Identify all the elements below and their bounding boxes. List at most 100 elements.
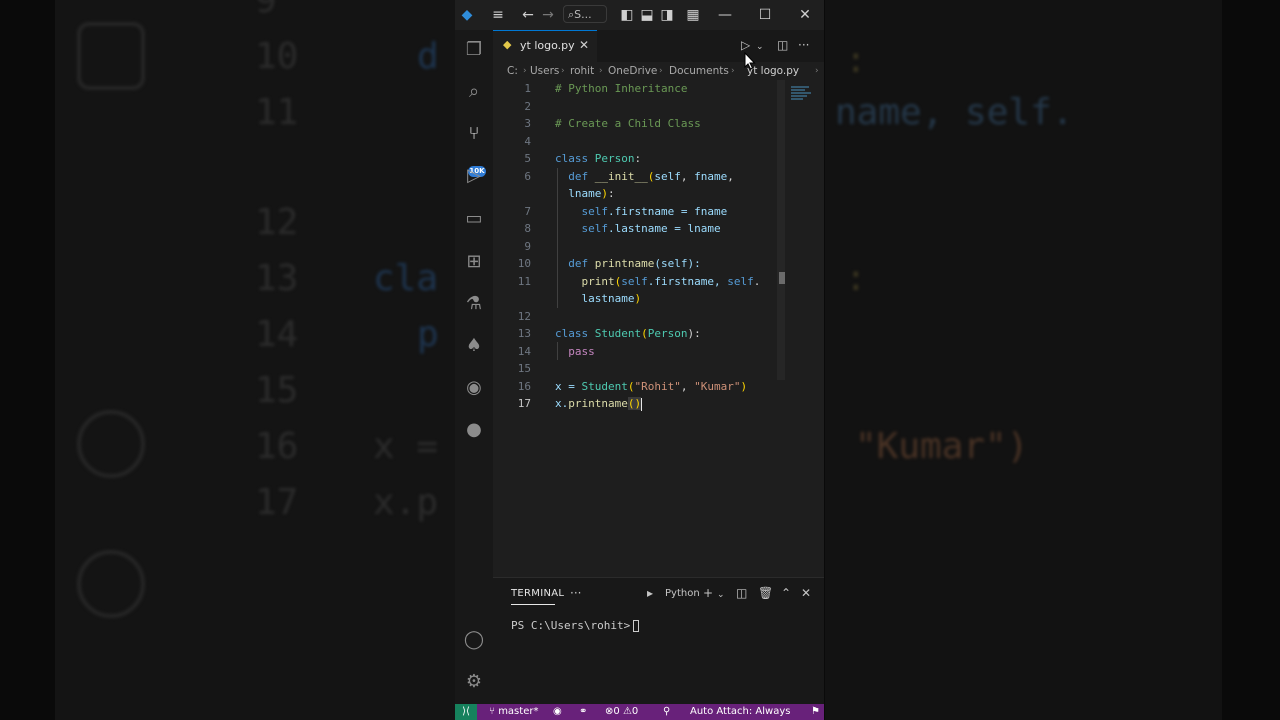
line-number: 12 xyxy=(517,309,531,323)
panel-more-icon[interactable]: ··· xyxy=(570,586,581,600)
code-punct: ): xyxy=(687,327,701,340)
run-dropdown-chevron-icon[interactable]: ⌄ xyxy=(756,40,764,54)
code-punct: , xyxy=(680,379,695,393)
search-label: S... xyxy=(574,8,592,21)
backdrop-line-number: 15 xyxy=(255,370,299,411)
warning-count: 0 xyxy=(631,706,639,717)
run-python-file-icon[interactable]: ▷ xyxy=(741,38,750,52)
run-debug-icon[interactable]: ▷ xyxy=(462,164,486,188)
minimap[interactable] xyxy=(791,86,813,110)
github-icon[interactable]: ● xyxy=(462,418,486,442)
maximize-panel-icon[interactable]: ⌃ xyxy=(781,586,791,600)
extensions-icon[interactable]: ⊞ xyxy=(462,250,486,274)
backdrop-code: cla xyxy=(373,258,439,299)
vscode-logo-icon: ◆ xyxy=(461,7,473,23)
tab-terminal[interactable]: TERMINAL xyxy=(511,587,564,601)
code-variable: x. xyxy=(555,397,569,410)
split-terminal-icon[interactable]: ◫ xyxy=(736,586,747,600)
code-line-8: self.lastname = lname xyxy=(555,220,721,238)
code-class-name: Student xyxy=(594,327,642,340)
toggle-panel-icon[interactable]: ⬓ xyxy=(639,5,655,25)
terminal-profile-label[interactable]: Python xyxy=(665,587,700,601)
tab-yt-logo-py[interactable]: ◆ yt logo.py ✕ xyxy=(493,30,597,62)
line-number: 8 xyxy=(524,222,531,235)
code-param: self xyxy=(654,169,681,183)
debug-icon[interactable]: ⚲ xyxy=(663,704,670,720)
terminal-prompt: PS C:\Users\rohit> xyxy=(511,619,631,632)
backdrop-code: name, self. xyxy=(835,92,1074,133)
more-actions-icon[interactable]: ··· xyxy=(798,38,809,52)
trash-icon[interactable]: 🗑 xyxy=(758,586,773,600)
breadcrumb-item[interactable]: OneDrive xyxy=(608,62,657,80)
forward-arrow-icon[interactable]: → xyxy=(541,5,555,25)
code-keyword: class xyxy=(555,327,589,340)
breadcrumb-item[interactable]: Users xyxy=(530,62,559,80)
split-editor-icon[interactable]: ◫ xyxy=(777,38,788,52)
maximize-icon[interactable]: ☐ xyxy=(757,5,773,25)
breadcrumb-item[interactable]: C: xyxy=(507,62,518,80)
code-class-name: Student xyxy=(581,379,628,393)
tab-close-icon[interactable]: ✕ xyxy=(579,38,589,52)
line-number: 16 xyxy=(517,379,531,393)
minimize-icon[interactable]: — xyxy=(717,5,733,25)
code-editor[interactable]: 1 2 3 4 5 6 7 8 9 10 11 12 13 14 15 16 1… xyxy=(493,80,815,577)
new-terminal-plus-icon[interactable]: + xyxy=(703,586,713,600)
code-keyword: class xyxy=(555,152,589,165)
remote-indicator-icon[interactable]: ⟩⟨ xyxy=(455,704,477,720)
line-number: 14 xyxy=(517,344,531,358)
accounts-icon[interactable]: ◯ xyxy=(462,628,486,652)
code-function: print xyxy=(581,274,615,288)
feedback-icon[interactable]: ⚑ xyxy=(811,704,820,720)
breadcrumb-item[interactable]: rohit xyxy=(570,62,594,80)
line-number: 1 xyxy=(524,82,531,95)
backdrop-line-number: 9 xyxy=(255,0,277,21)
close-panel-icon[interactable]: ✕ xyxy=(801,586,811,600)
source-control-icon[interactable]: ⑂ xyxy=(462,122,486,146)
chevron-right-icon: › xyxy=(731,66,735,76)
line-number: 7 xyxy=(524,204,531,218)
backdrop-code: x = xyxy=(373,426,439,467)
terminal-prompt-line[interactable]: PS C:\Users\rohit> xyxy=(511,618,640,633)
line-number: 2 xyxy=(524,99,531,113)
testing-icon[interactable]: ⚗ xyxy=(462,292,486,316)
backdrop-line-number: 14 xyxy=(255,314,299,355)
editor-scrollbar-thumb[interactable] xyxy=(779,272,785,284)
breadcrumb-item[interactable]: Documents xyxy=(669,62,729,80)
remote-explorer-icon[interactable]: ▭ xyxy=(462,207,486,231)
settings-gear-icon[interactable]: ⚙ xyxy=(462,670,486,694)
editor-scrollbar[interactable] xyxy=(777,80,785,380)
explorer-icon[interactable]: ❐ xyxy=(462,38,486,62)
command-center-search[interactable]: ⌕S... xyxy=(563,5,607,23)
chevron-right-icon: › xyxy=(523,66,527,76)
auto-attach-status[interactable]: Auto Attach: Always xyxy=(690,704,790,720)
mouse-pointer-icon xyxy=(744,52,756,70)
code-line-3: # Create a Child Class xyxy=(555,115,701,133)
git-graph-status-icon[interactable]: ⚭ xyxy=(579,704,587,720)
code-line-13: class Student(Person): xyxy=(555,325,701,343)
terminal-icon[interactable]: ▸ xyxy=(647,586,653,600)
live-share-icon[interactable]: ◉ xyxy=(553,704,562,720)
code-punct: : xyxy=(608,187,615,200)
branch-status[interactable]: ⑂ master* xyxy=(489,704,538,720)
line-number: 3 xyxy=(524,117,531,130)
error-count: 0 xyxy=(613,706,620,717)
code-punct: , xyxy=(727,169,734,183)
git-graph-icon[interactable]: ◉ xyxy=(462,376,486,400)
backdrop-github-icon xyxy=(77,550,145,618)
code-attr: .firstname = fname xyxy=(608,204,728,218)
terminal-dropdown-chevron-icon[interactable]: ⌄ xyxy=(717,588,725,602)
toggle-secondary-sidebar-icon[interactable]: ◨ xyxy=(659,5,675,25)
menu-icon[interactable]: ≡ xyxy=(489,5,507,25)
problems-status[interactable]: ⊗0 ⚠0 xyxy=(605,704,638,720)
toggle-sidebar-icon[interactable]: ◧ xyxy=(619,5,635,25)
branch-name: master* xyxy=(498,706,539,717)
line-number: 9 xyxy=(524,239,531,253)
search-icon[interactable]: ⌕ xyxy=(462,80,486,104)
customize-layout-icon[interactable]: ▦ xyxy=(685,5,701,25)
line-number: 4 xyxy=(524,134,531,148)
mongodb-icon[interactable]: ♠ xyxy=(462,334,486,358)
code-punct: () xyxy=(627,397,642,410)
back-arrow-icon[interactable]: ← xyxy=(521,5,535,25)
backdrop-line-number: 12 xyxy=(255,202,299,243)
close-icon[interactable]: ✕ xyxy=(797,5,813,25)
